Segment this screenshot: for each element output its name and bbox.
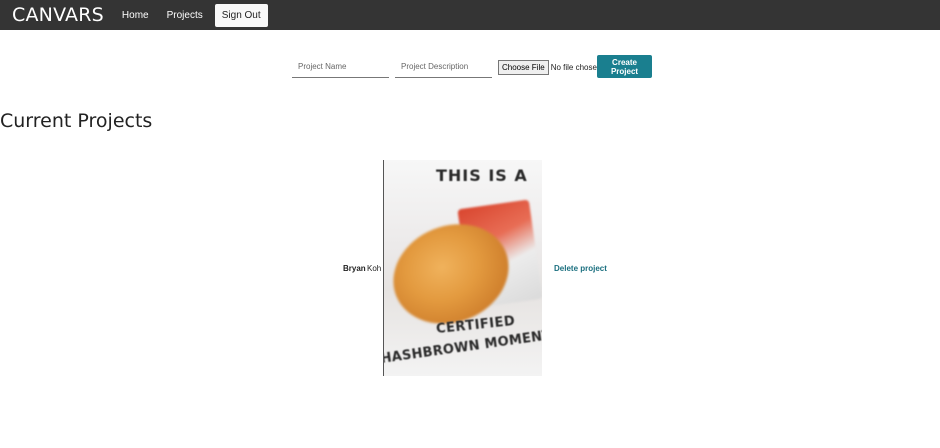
page-title: Current Projects (0, 110, 153, 132)
create-project-button[interactable]: Create Project (597, 55, 652, 78)
project-description-input[interactable] (395, 56, 492, 78)
file-status-text: No file chosen (550, 62, 602, 72)
project-thumbnail-image[interactable]: THIS IS A CERTIFIED HASHBROWN MOMENT (383, 160, 542, 376)
navbar: CANVARS Home Projects Sign Out (0, 0, 940, 30)
choose-file-button[interactable]: Choose File (498, 59, 549, 75)
project-owner-first-name: Bryan (343, 264, 366, 273)
sign-out-button[interactable]: Sign Out (214, 3, 268, 27)
brand-logo[interactable]: CANVARS (12, 4, 104, 26)
delete-project-link[interactable]: Delete project (554, 264, 607, 273)
project-name-input[interactable] (292, 56, 389, 78)
nav-home-link[interactable]: Home (122, 10, 149, 21)
project-owner-last-name: Koh (367, 264, 382, 273)
meme-text-top: THIS IS A (436, 166, 528, 185)
create-project-form: Choose File No file chosen (292, 55, 601, 79)
nav-projects-link[interactable]: Projects (167, 10, 203, 21)
